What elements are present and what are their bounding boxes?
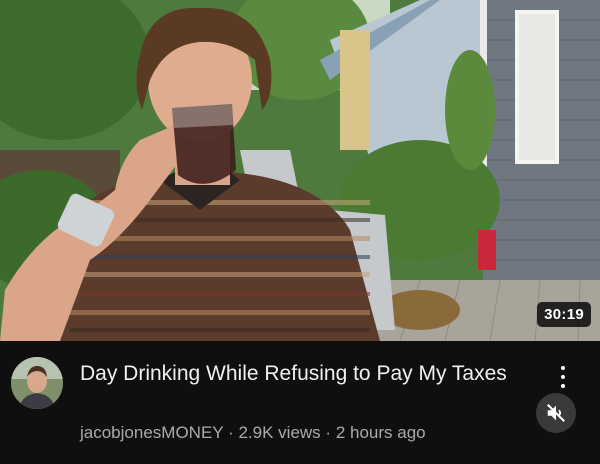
view-count: 2.9K views: [238, 423, 321, 442]
video-metadata: Day Drinking While Refusing to Pay My Ta…: [0, 341, 600, 464]
channel-name[interactable]: jacobjonesMONEY: [80, 423, 223, 442]
avatar[interactable]: [11, 357, 63, 409]
upload-age: 2 hours ago: [335, 423, 426, 442]
video-subtitle: jacobjonesMONEY · 2.9K views · 2 hours a…: [80, 423, 426, 443]
separator: ·: [325, 423, 332, 442]
video-title[interactable]: Day Drinking While Refusing to Pay My Ta…: [80, 359, 520, 388]
video-thumbnail[interactable]: 30:19: [0, 0, 600, 341]
duration-badge: 30:19: [537, 302, 591, 327]
mute-button[interactable]: [536, 393, 576, 433]
separator: ·: [228, 423, 234, 442]
channel-avatar-image: [11, 357, 63, 409]
thumbnail-scene: [0, 0, 600, 341]
volume-off-icon: [547, 404, 565, 422]
more-vert-icon[interactable]: [553, 363, 573, 391]
